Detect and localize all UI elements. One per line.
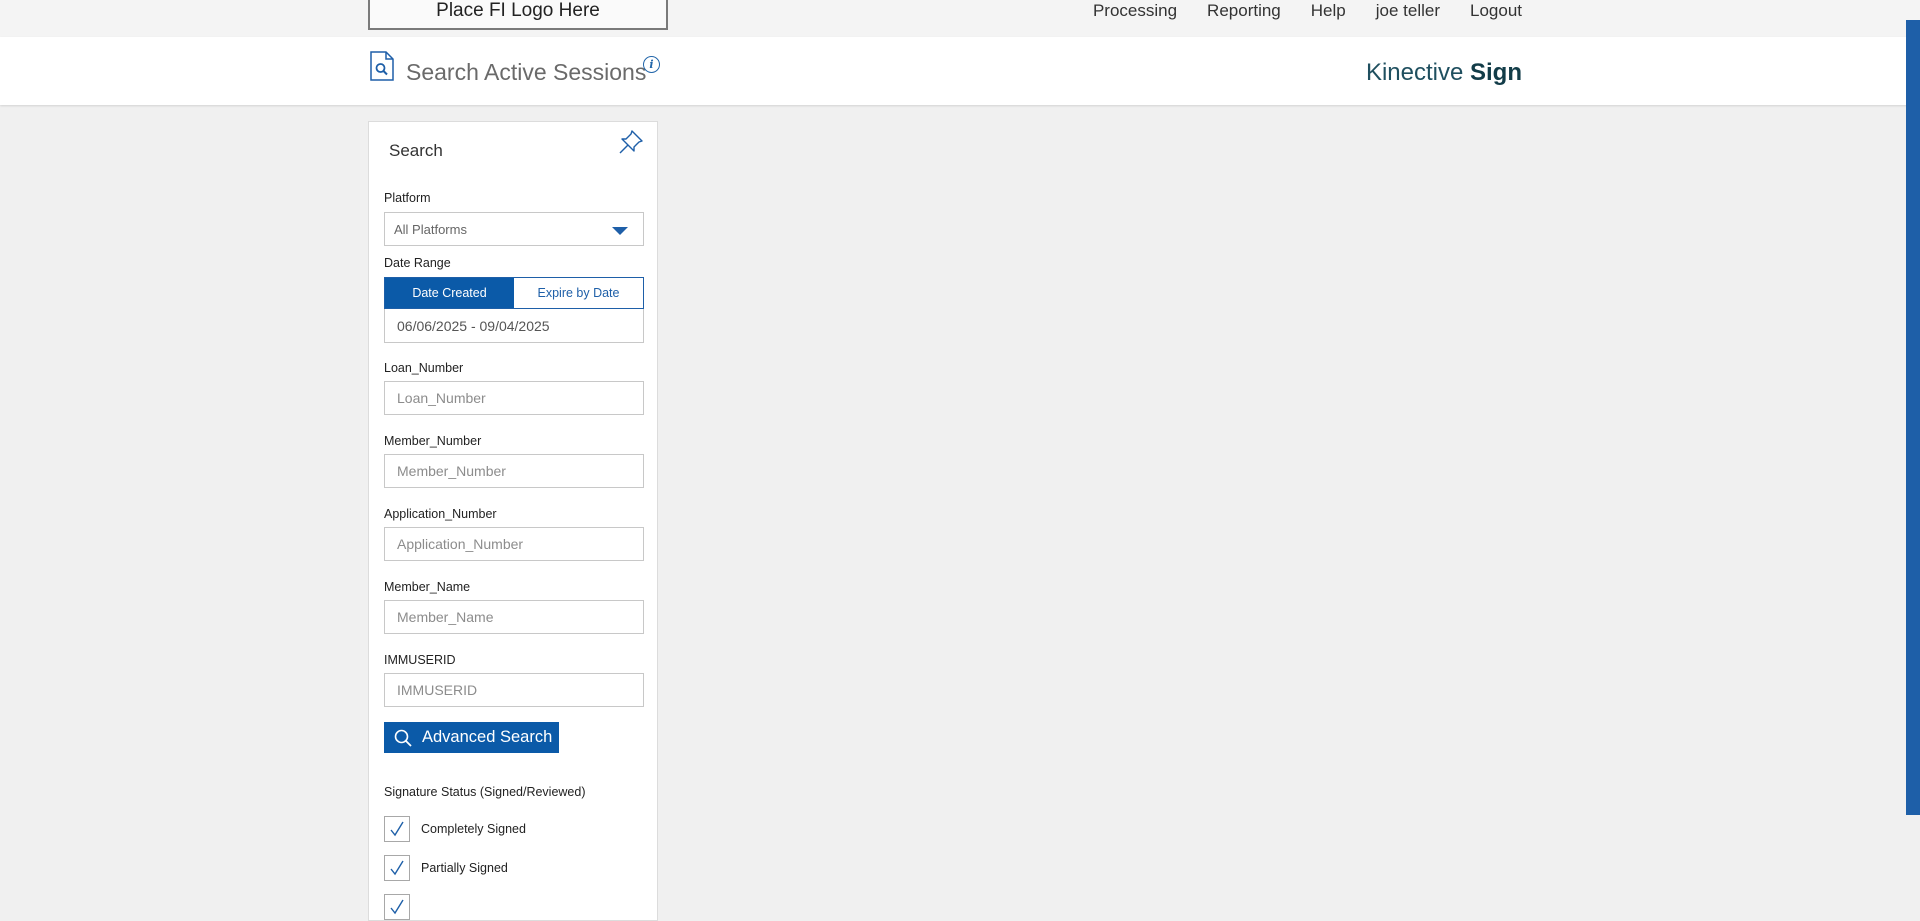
brand-suffix: Sign	[1470, 59, 1522, 86]
date-range-input[interactable]: 06/06/2025 - 09/04/2025	[384, 309, 644, 343]
application-number-field	[384, 527, 644, 561]
checkbox-third[interactable]	[384, 894, 421, 920]
loan-number-field	[384, 381, 644, 415]
signature-status-label: Signature Status (Signed/Reviewed)	[384, 785, 586, 799]
chevron-down-icon	[612, 227, 628, 235]
immuserid-label: IMMUSERID	[384, 653, 456, 667]
application-number-label: Application_Number	[384, 507, 497, 521]
brand-prefix: Kinective	[1365, 59, 1464, 86]
top-bar: Place FI Logo Here Processing Reporting …	[0, 0, 1920, 37]
nav-user[interactable]: joe teller	[1376, 1, 1440, 21]
expire-by-date-toggle[interactable]: Expire by Date	[514, 278, 643, 308]
info-icon[interactable]: i	[643, 56, 660, 73]
member-name-field	[384, 600, 644, 634]
nav-help[interactable]: Help	[1311, 1, 1346, 21]
date-range-toggle: Date Created Expire by Date	[384, 277, 644, 309]
page-scrollbar[interactable]	[1906, 20, 1920, 815]
pin-icon[interactable]	[617, 128, 645, 156]
platform-select-value: All Platforms	[394, 222, 467, 237]
top-nav: Processing Reporting Help joe teller Log…	[1093, 0, 1522, 22]
checkbox[interactable]	[384, 894, 410, 920]
search-icon	[394, 729, 412, 747]
checkmark-icon	[390, 860, 404, 876]
page-title: Search Active Sessions	[406, 59, 647, 85]
checkbox[interactable]	[384, 855, 410, 881]
member-number-field	[384, 454, 644, 488]
search-panel-title: Search	[389, 141, 443, 160]
platform-select[interactable]: All Platforms	[384, 212, 644, 246]
checkbox[interactable]	[384, 816, 410, 842]
checkbox-label: Partially Signed	[421, 861, 508, 875]
date-created-toggle[interactable]: Date Created	[385, 278, 514, 308]
checkbox-label: Completely Signed	[421, 822, 526, 836]
document-search-icon	[370, 51, 394, 81]
nav-processing[interactable]: Processing	[1093, 1, 1177, 21]
member-name-label: Member_Name	[384, 580, 471, 594]
immuserid-field	[384, 673, 644, 707]
advanced-search-button[interactable]: Advanced Search	[384, 722, 559, 753]
loan-number-input[interactable]	[385, 382, 643, 414]
advanced-search-label: Advanced Search	[422, 728, 553, 746]
member-number-input[interactable]	[385, 455, 643, 487]
immuserid-input[interactable]	[385, 674, 643, 706]
fi-logo-placeholder: Place FI Logo Here	[368, 0, 668, 30]
member-name-input[interactable]	[385, 601, 643, 633]
search-panel: Search Platform All Platforms Date Range…	[368, 121, 658, 921]
checkmark-icon	[390, 821, 404, 837]
member-number-label: Member_Number	[384, 434, 482, 448]
nav-logout[interactable]: Logout	[1470, 1, 1522, 21]
checkbox-completely-signed[interactable]: Completely Signed	[384, 816, 526, 842]
loan-number-label: Loan_Number	[384, 361, 464, 375]
checkbox-partially-signed[interactable]: Partially Signed	[384, 855, 508, 881]
application-number-input[interactable]	[385, 528, 643, 560]
page-header: Search Active Sessions i Kinective Sign	[0, 37, 1920, 105]
platform-label: Platform	[384, 191, 431, 205]
nav-reporting[interactable]: Reporting	[1207, 1, 1281, 21]
brand-logo: Kinective Sign	[1366, 59, 1522, 87]
date-range-label: Date Range	[384, 256, 451, 270]
